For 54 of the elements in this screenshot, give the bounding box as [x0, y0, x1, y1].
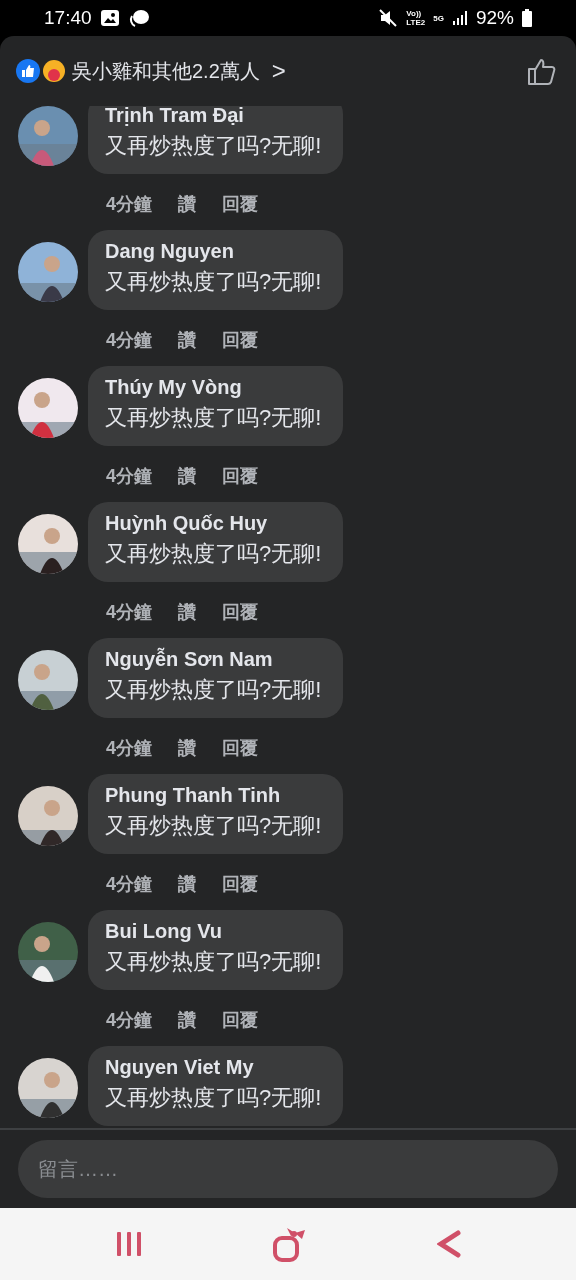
reply-link[interactable]: 回覆 [222, 600, 258, 630]
comment-time: 4分鐘 [106, 465, 152, 488]
like-link[interactable]: 讚 [178, 328, 196, 358]
commenter-name[interactable]: Bui Long Vu [105, 920, 322, 943]
mute-icon [378, 8, 399, 28]
commenter-name[interactable]: Nguyễn Sơn Nam [105, 648, 322, 671]
chat-bubble-icon [127, 8, 150, 28]
clock: 17:40 [44, 7, 92, 29]
reply-link[interactable]: 回覆 [222, 872, 258, 902]
reply-link[interactable]: 回覆 [222, 1008, 258, 1038]
signal-icon [451, 10, 468, 26]
home-icon[interactable] [273, 1226, 307, 1262]
like-reaction-icon [16, 59, 40, 83]
comment-time: 4分鐘 [106, 873, 152, 896]
comment-text: 又再炒热度了吗?无聊! [105, 404, 322, 432]
comment-time: 4分鐘 [106, 737, 152, 760]
comment-text: 又再炒热度了吗?无聊! [105, 812, 322, 840]
comment-time: 4分鐘 [106, 601, 152, 624]
recent-apps-icon[interactable] [115, 1231, 143, 1257]
comment-time: 4分鐘 [106, 329, 152, 352]
commenter-name[interactable]: Trịnh Tram Đại [105, 106, 322, 127]
care-reaction-icon [42, 59, 66, 83]
chevron-icon[interactable]: > [271, 57, 286, 85]
reply-link[interactable]: 回覆 [222, 328, 258, 358]
volte-indicator: Vo)) LTE2 [406, 9, 426, 27]
commenter-name[interactable]: Dang Nguyen [105, 240, 322, 263]
like-link[interactable]: 讚 [178, 872, 196, 902]
battery-percentage: 92% [475, 7, 514, 29]
network-indicator: 5G [433, 13, 444, 23]
gallery-icon [99, 8, 120, 28]
reactions-summary[interactable]: 吳小雞和其他2.2萬人 [72, 57, 260, 85]
comment-text: 又再炒热度了吗?无聊! [105, 676, 322, 704]
commenter-name[interactable]: Thúy My Vòng [105, 376, 322, 399]
like-link[interactable]: 讚 [178, 736, 196, 766]
commenter-name[interactable]: Nguyen Viet My [105, 1056, 322, 1079]
commenter-name[interactable]: Huỳnh Quốc Huy [105, 512, 322, 535]
comment-text: 又再炒热度了吗?无聊! [105, 132, 322, 160]
back-icon[interactable] [437, 1230, 461, 1258]
battery-icon [522, 9, 532, 27]
like-link[interactable]: 讚 [178, 1008, 196, 1038]
comment-text: 又再炒热度了吗?无聊! [105, 540, 322, 568]
comment-time: 4分鐘 [106, 1009, 152, 1032]
like-link[interactable]: 讚 [178, 192, 196, 222]
comment-input-field[interactable]: 留言…… [18, 1140, 558, 1198]
like-link[interactable]: 讚 [178, 600, 196, 630]
comment-text: 又再炒热度了吗?无聊! [105, 268, 322, 296]
comment-text: 又再炒热度了吗?无聊! [105, 1084, 322, 1112]
commenter-name[interactable]: Phung Thanh Tinh [105, 784, 322, 807]
reply-link[interactable]: 回覆 [222, 736, 258, 766]
comment-time: 4分鐘 [106, 193, 152, 216]
reply-link[interactable]: 回覆 [222, 192, 258, 222]
reply-link[interactable]: 回覆 [222, 464, 258, 494]
like-link[interactable]: 讚 [178, 464, 196, 494]
comment-text: 又再炒热度了吗?无聊! [105, 948, 322, 976]
